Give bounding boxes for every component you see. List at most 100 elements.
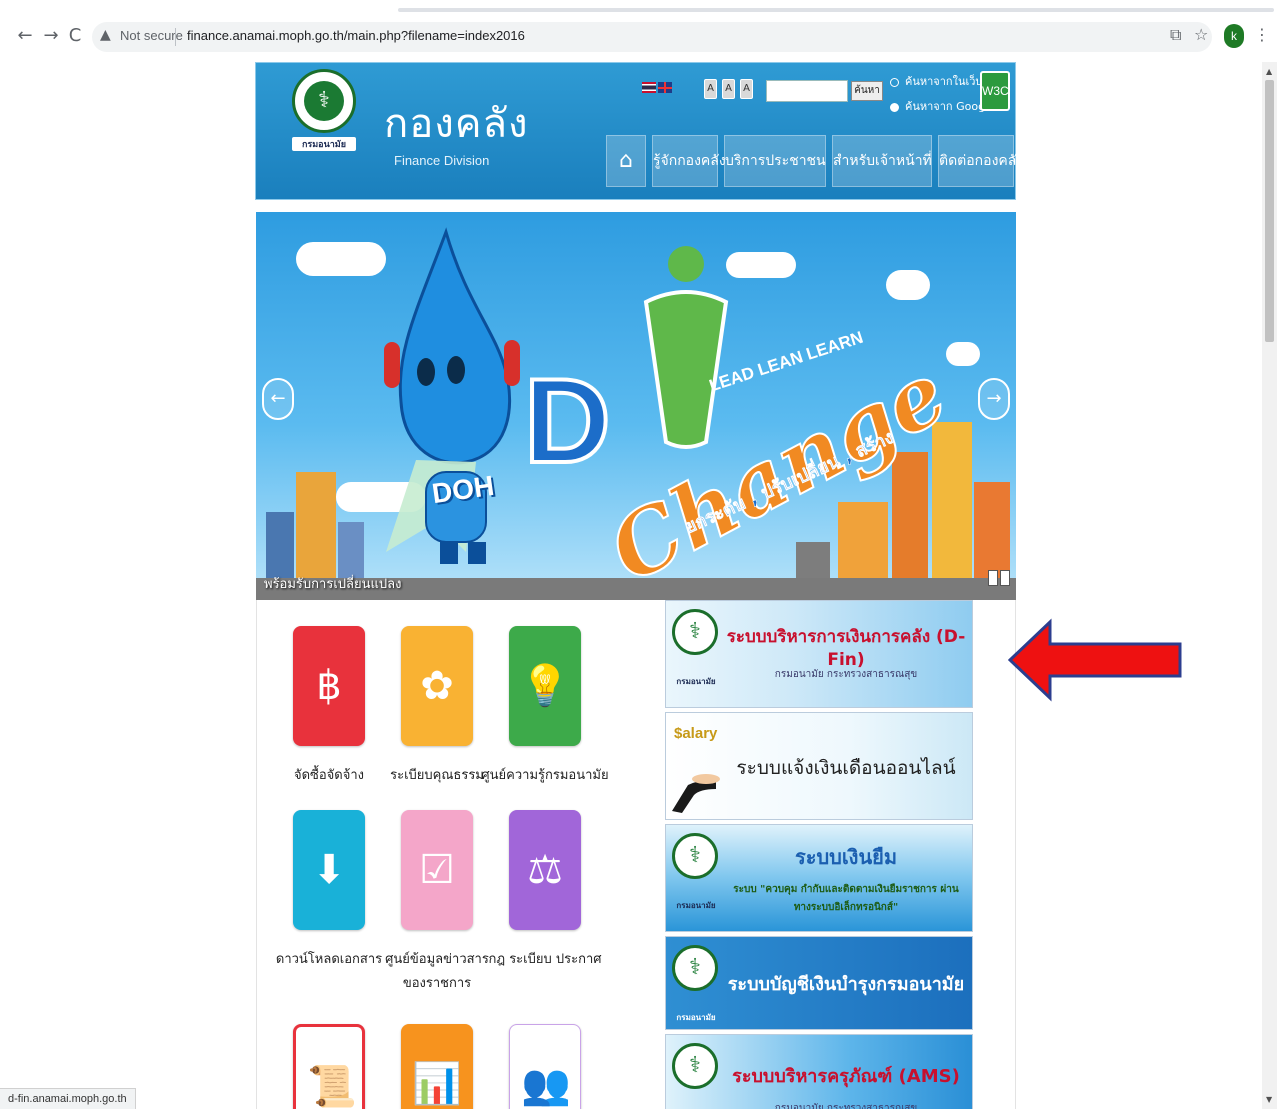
baht-hand-icon[interactable]: ฿	[293, 626, 365, 746]
address-separator	[175, 28, 176, 46]
radio-search-site[interactable]: ค้นหาจากในเว็บ	[890, 72, 982, 90]
translate-icon[interactable]: ⧉	[1170, 25, 1181, 45]
reload-icon[interactable]: C	[64, 24, 86, 48]
building	[932, 422, 972, 582]
slider-prev-arrow-icon[interactable]: ←	[262, 378, 294, 420]
tab-strip-bar	[398, 8, 1274, 12]
dfin-system-banner[interactable]: กรมอนามัย ระบบบริหารการเงินการคลัง (D-Fi…	[665, 600, 973, 708]
forward-icon[interactable]: →	[40, 24, 62, 48]
tile-label[interactable]: ศูนย์ความรู้กรมอนามัย	[480, 764, 610, 788]
browser-toolbar: ← → C ▲ Not secure finance.anamai.moph.g…	[0, 0, 1277, 62]
radio-checked-icon[interactable]	[890, 102, 899, 112]
department-seal-logo[interactable]: ⚕ กรมอนามัย	[292, 69, 356, 161]
vertical-scrollbar[interactable]: ▲ ▼	[1262, 62, 1277, 1109]
chart-board-icon[interactable]: 📊	[401, 1024, 473, 1109]
caduceus-icon: ⚕	[304, 81, 344, 121]
slider-dot[interactable]	[988, 570, 998, 586]
scroll-down-icon[interactable]: ▼	[1266, 1095, 1272, 1104]
back-icon[interactable]: ←	[14, 24, 36, 48]
tile-certificate[interactable]: 📜	[293, 1024, 365, 1109]
profile-avatar[interactable]: k	[1224, 24, 1244, 48]
lightbulb-icon[interactable]: 💡	[509, 626, 581, 746]
download-glyph: ⬇	[312, 847, 346, 893]
scales-glyph: ⚖	[527, 847, 563, 893]
tile-knowledge-center[interactable]: 💡	[509, 626, 581, 746]
lightbulb-glyph: 💡	[520, 663, 570, 709]
system-subtitle: กรมอนามัย กระทรวงสาธารณสุข	[774, 669, 918, 680]
radio-unchecked-icon[interactable]	[890, 77, 899, 87]
certificate-icon[interactable]: 📜	[293, 1024, 365, 1109]
scroll-up-icon[interactable]: ▲	[1266, 67, 1272, 76]
font-size-medium-button[interactable]: A	[722, 79, 735, 99]
cloud	[946, 342, 980, 366]
page-viewport: ⚕ กรมอนามัย กองคลัง Finance Division A A…	[0, 62, 1262, 1109]
maintenance-fund-system-banner[interactable]: กรมอนามัย ระบบบัญชีเงินบำรุงกรมอนามัย	[665, 936, 973, 1030]
font-size-small-button[interactable]: A	[704, 79, 717, 99]
dept-seal-icon	[672, 609, 718, 655]
document-check-icon[interactable]: ☑	[401, 810, 473, 930]
menu-staff[interactable]: สำหรับเจ้าหน้าที่	[832, 135, 932, 187]
warning-icon: ▲	[100, 27, 111, 43]
building	[974, 482, 1010, 582]
download-folder-icon[interactable]: ⬇	[293, 810, 365, 930]
content-area: ฿ จัดซื้อจัดจ้าง ✿ ระเบียบคุณธรรม 💡 ศูนย…	[256, 600, 1016, 1109]
tile-procurement[interactable]: ฿	[293, 626, 365, 746]
lotus-icon[interactable]: ✿	[401, 626, 473, 746]
seal-dept-label: กรมอนามัย	[676, 677, 716, 686]
menu-contact[interactable]: ติดต่อกองคลัง	[938, 135, 1023, 187]
security-label: Not secure	[120, 28, 183, 43]
uk-flag-icon[interactable]	[658, 82, 672, 93]
system-title: ระบบบริหารการเงินการคลัง (D-Fin)	[726, 627, 966, 670]
tile-regulations[interactable]: ⚖	[509, 810, 581, 930]
menu-public-services[interactable]: บริการประชาชน	[724, 135, 826, 187]
asset-management-system-banner[interactable]: ระบบบริหารครุภัณฑ์ (AMS) กรมอนามัย กระทร…	[665, 1034, 973, 1109]
people-group-icon[interactable]: 👥	[509, 1024, 581, 1109]
scrollbar-thumb[interactable]	[1265, 80, 1274, 342]
search-input[interactable]	[766, 80, 848, 102]
tile-integrity[interactable]: ✿	[401, 626, 473, 746]
menu-about[interactable]: รู้จักกองคลัง	[652, 135, 726, 187]
home-icon[interactable]: ⌂	[606, 135, 646, 187]
building	[296, 472, 336, 582]
hero-banner-slider[interactable]: DOH D LEAD LEAN LEARN Change ยกระดับ , ป…	[256, 212, 1016, 600]
baht-glyph: ฿	[316, 663, 342, 709]
scales-icon[interactable]: ⚖	[509, 810, 581, 930]
bookmark-star-icon[interactable]: ☆	[1194, 25, 1208, 44]
building	[796, 542, 830, 582]
font-size-large-button[interactable]: A	[740, 79, 753, 99]
loan-system-banner[interactable]: กรมอนามัย ระบบเงินยืม ระบบ "ควบคุม กำกับ…	[665, 824, 973, 932]
slider-next-arrow-icon[interactable]: →	[978, 378, 1010, 420]
chart-glyph: 📊	[412, 1061, 462, 1107]
link-status-bar: d-fin.anamai.moph.go.th	[0, 1088, 136, 1109]
slider-dot[interactable]	[1000, 570, 1010, 586]
menu-kebab-icon[interactable]: ⋮	[1254, 25, 1270, 44]
tab-strip	[0, 0, 1277, 14]
system-subtitle: กรมอนามัย กระทรวงสาธารณสุข	[774, 1103, 918, 1109]
system-title: ระบบแจ้งเงินเดือนออนไลน์	[736, 757, 956, 779]
hand-icon	[670, 755, 720, 813]
system-title: ระบบเงินยืม	[794, 845, 898, 869]
search-button[interactable]: ค้นหา	[851, 81, 883, 101]
tile-people[interactable]: 👥	[509, 1024, 581, 1109]
seal-dept-label: กรมอนามัย	[292, 137, 356, 151]
w3c-badge[interactable]: W3C	[980, 71, 1010, 111]
tile-download[interactable]: ⬇	[293, 810, 365, 930]
salary-system-banner[interactable]: $alary ระบบแจ้งเงินเดือนออนไลน์	[665, 712, 973, 820]
radio-label: ค้นหาจากในเว็บ	[905, 75, 983, 88]
certificate-glyph: 📜	[307, 1064, 357, 1109]
dept-seal-icon	[672, 833, 718, 879]
banner-caption: พร้อมรับการเปลี่ยนแปลง	[264, 577, 402, 592]
seal-dept-label: กรมอนามัย	[676, 901, 716, 910]
dept-seal-icon	[672, 1043, 718, 1089]
dept-seal-icon	[672, 945, 718, 991]
tile-info-center[interactable]: ☑	[401, 810, 473, 930]
tile-label[interactable]: กฎ ระเบียบ ประกาศ	[480, 948, 610, 972]
language-switcher	[642, 80, 674, 95]
slider-pager[interactable]	[986, 570, 1010, 590]
thai-flag-icon[interactable]	[642, 82, 656, 93]
address-bar[interactable]: ▲ Not secure finance.anamai.moph.go.th/m…	[92, 22, 1212, 52]
cloud	[886, 270, 930, 300]
tile-chart[interactable]: 📊	[401, 1024, 473, 1109]
url-text[interactable]: finance.anamai.moph.go.th/main.php?filen…	[187, 28, 525, 43]
system-subtitle: ระบบ "ควบคุม กำกับและติดตามเงินยืมราชการ…	[733, 884, 959, 913]
